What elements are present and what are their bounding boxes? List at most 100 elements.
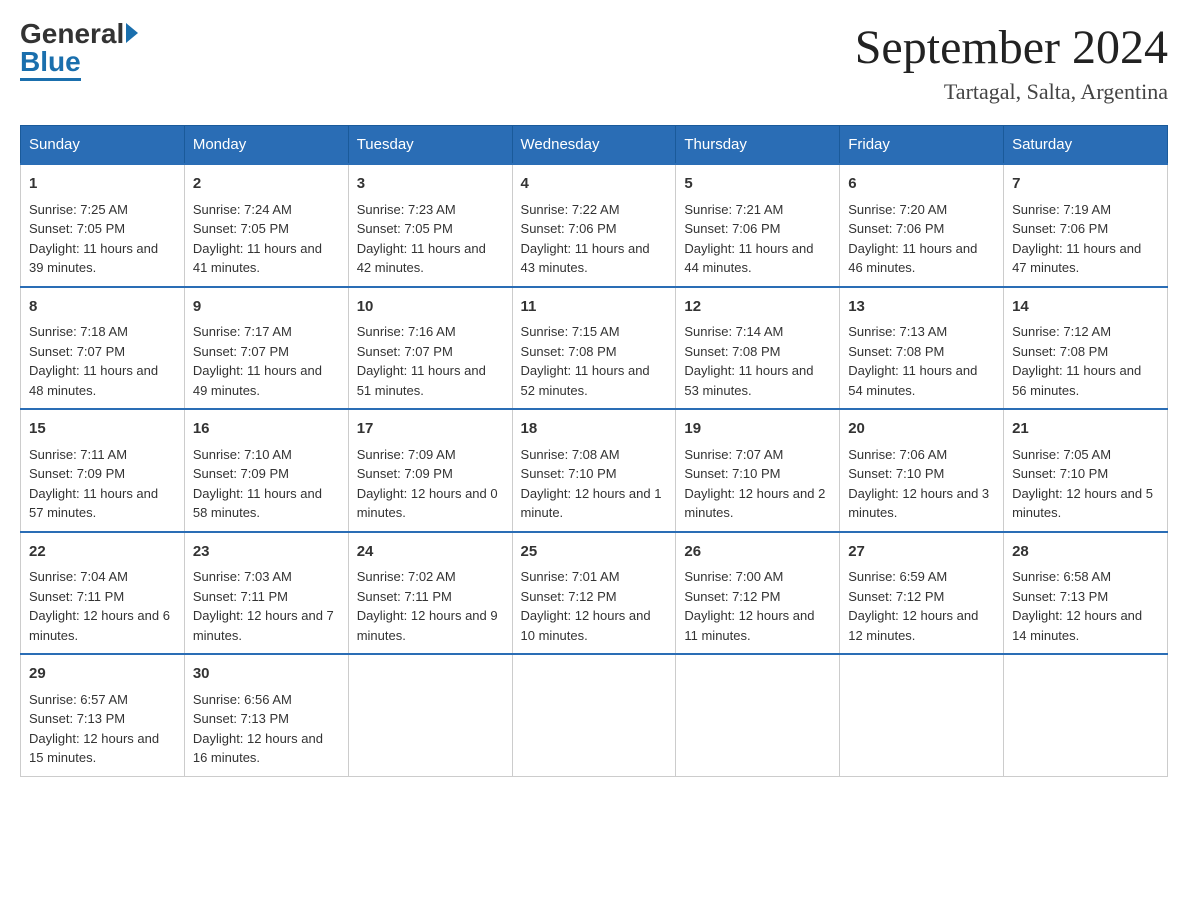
sunset-label: Sunset: 7:05 PM bbox=[357, 221, 453, 236]
calendar-cell bbox=[840, 654, 1004, 776]
day-number: 3 bbox=[357, 173, 504, 196]
calendar-cell: 19 Sunrise: 7:07 AM Sunset: 7:10 PM Dayl… bbox=[676, 409, 840, 532]
calendar-cell: 6 Sunrise: 7:20 AM Sunset: 7:06 PM Dayli… bbox=[840, 164, 1004, 287]
calendar-cell bbox=[1004, 654, 1168, 776]
day-number: 7 bbox=[1012, 173, 1159, 196]
calendar-cell: 10 Sunrise: 7:16 AM Sunset: 7:07 PM Dayl… bbox=[348, 287, 512, 410]
sunset-label: Sunset: 7:12 PM bbox=[521, 589, 617, 604]
calendar-cell bbox=[676, 654, 840, 776]
daylight-label: Daylight: 12 hours and 9 minutes. bbox=[357, 608, 498, 643]
sunset-label: Sunset: 7:09 PM bbox=[193, 466, 289, 481]
sunset-label: Sunset: 7:10 PM bbox=[684, 466, 780, 481]
sunset-label: Sunset: 7:09 PM bbox=[357, 466, 453, 481]
daylight-label: Daylight: 11 hours and 44 minutes. bbox=[684, 241, 813, 276]
sunrise-label: Sunrise: 7:20 AM bbox=[848, 202, 947, 217]
sunset-label: Sunset: 7:10 PM bbox=[521, 466, 617, 481]
day-number: 13 bbox=[848, 296, 995, 319]
day-number: 25 bbox=[521, 541, 668, 564]
day-number: 10 bbox=[357, 296, 504, 319]
daylight-label: Daylight: 11 hours and 51 minutes. bbox=[357, 363, 486, 398]
sunset-label: Sunset: 7:12 PM bbox=[684, 589, 780, 604]
sunrise-label: Sunrise: 7:25 AM bbox=[29, 202, 128, 217]
sunrise-label: Sunrise: 7:10 AM bbox=[193, 447, 292, 462]
sunset-label: Sunset: 7:10 PM bbox=[848, 466, 944, 481]
day-of-week-header: Friday bbox=[840, 126, 1004, 165]
sunset-label: Sunset: 7:06 PM bbox=[848, 221, 944, 236]
sunrise-label: Sunrise: 7:22 AM bbox=[521, 202, 620, 217]
daylight-label: Daylight: 12 hours and 6 minutes. bbox=[29, 608, 170, 643]
calendar-cell: 17 Sunrise: 7:09 AM Sunset: 7:09 PM Dayl… bbox=[348, 409, 512, 532]
logo-underline bbox=[20, 78, 81, 81]
calendar-cell: 27 Sunrise: 6:59 AM Sunset: 7:12 PM Dayl… bbox=[840, 532, 1004, 655]
daylight-label: Daylight: 12 hours and 2 minutes. bbox=[684, 486, 825, 521]
page-header: General Blue September 2024 Tartagal, Sa… bbox=[20, 20, 1168, 105]
calendar-cell: 8 Sunrise: 7:18 AM Sunset: 7:07 PM Dayli… bbox=[21, 287, 185, 410]
daylight-label: Daylight: 12 hours and 7 minutes. bbox=[193, 608, 334, 643]
calendar-cell: 3 Sunrise: 7:23 AM Sunset: 7:05 PM Dayli… bbox=[348, 164, 512, 287]
calendar-week-row: 29 Sunrise: 6:57 AM Sunset: 7:13 PM Dayl… bbox=[21, 654, 1168, 776]
daylight-label: Daylight: 11 hours and 49 minutes. bbox=[193, 363, 322, 398]
sunset-label: Sunset: 7:11 PM bbox=[357, 589, 452, 604]
sunrise-label: Sunrise: 7:04 AM bbox=[29, 569, 128, 584]
calendar-cell: 22 Sunrise: 7:04 AM Sunset: 7:11 PM Dayl… bbox=[21, 532, 185, 655]
sunset-label: Sunset: 7:13 PM bbox=[29, 711, 125, 726]
sunrise-label: Sunrise: 7:21 AM bbox=[684, 202, 783, 217]
day-number: 29 bbox=[29, 663, 176, 686]
daylight-label: Daylight: 11 hours and 43 minutes. bbox=[521, 241, 650, 276]
daylight-label: Daylight: 11 hours and 56 minutes. bbox=[1012, 363, 1141, 398]
daylight-label: Daylight: 11 hours and 47 minutes. bbox=[1012, 241, 1141, 276]
day-number: 18 bbox=[521, 418, 668, 441]
calendar-cell: 13 Sunrise: 7:13 AM Sunset: 7:08 PM Dayl… bbox=[840, 287, 1004, 410]
day-number: 24 bbox=[357, 541, 504, 564]
daylight-label: Daylight: 12 hours and 10 minutes. bbox=[521, 608, 651, 643]
calendar-week-row: 1 Sunrise: 7:25 AM Sunset: 7:05 PM Dayli… bbox=[21, 164, 1168, 287]
sunrise-label: Sunrise: 7:02 AM bbox=[357, 569, 456, 584]
daylight-label: Daylight: 12 hours and 1 minute. bbox=[521, 486, 662, 521]
day-number: 14 bbox=[1012, 296, 1159, 319]
daylight-label: Daylight: 12 hours and 14 minutes. bbox=[1012, 608, 1142, 643]
month-year-title: September 2024 bbox=[855, 20, 1168, 75]
day-number: 11 bbox=[521, 296, 668, 319]
daylight-label: Daylight: 11 hours and 52 minutes. bbox=[521, 363, 650, 398]
calendar-cell: 18 Sunrise: 7:08 AM Sunset: 7:10 PM Dayl… bbox=[512, 409, 676, 532]
sunset-label: Sunset: 7:11 PM bbox=[193, 589, 288, 604]
calendar-cell: 16 Sunrise: 7:10 AM Sunset: 7:09 PM Dayl… bbox=[184, 409, 348, 532]
logo-blue-text: Blue bbox=[20, 48, 81, 76]
sunrise-label: Sunrise: 6:57 AM bbox=[29, 692, 128, 707]
sunrise-label: Sunrise: 7:24 AM bbox=[193, 202, 292, 217]
daylight-label: Daylight: 11 hours and 57 minutes. bbox=[29, 486, 158, 521]
sunrise-label: Sunrise: 7:03 AM bbox=[193, 569, 292, 584]
daylight-label: Daylight: 11 hours and 53 minutes. bbox=[684, 363, 813, 398]
daylight-label: Daylight: 11 hours and 54 minutes. bbox=[848, 363, 977, 398]
day-number: 26 bbox=[684, 541, 831, 564]
day-of-week-header: Sunday bbox=[21, 126, 185, 165]
sunrise-label: Sunrise: 7:17 AM bbox=[193, 324, 292, 339]
day-number: 23 bbox=[193, 541, 340, 564]
logo-general-text: General bbox=[20, 20, 124, 48]
day-number: 12 bbox=[684, 296, 831, 319]
title-area: September 2024 Tartagal, Salta, Argentin… bbox=[855, 20, 1168, 105]
calendar-cell: 28 Sunrise: 6:58 AM Sunset: 7:13 PM Dayl… bbox=[1004, 532, 1168, 655]
calendar-cell: 7 Sunrise: 7:19 AM Sunset: 7:06 PM Dayli… bbox=[1004, 164, 1168, 287]
day-number: 8 bbox=[29, 296, 176, 319]
daylight-label: Daylight: 12 hours and 12 minutes. bbox=[848, 608, 978, 643]
calendar-cell: 12 Sunrise: 7:14 AM Sunset: 7:08 PM Dayl… bbox=[676, 287, 840, 410]
sunrise-label: Sunrise: 7:23 AM bbox=[357, 202, 456, 217]
calendar-cell: 25 Sunrise: 7:01 AM Sunset: 7:12 PM Dayl… bbox=[512, 532, 676, 655]
sunrise-label: Sunrise: 7:09 AM bbox=[357, 447, 456, 462]
calendar-cell: 11 Sunrise: 7:15 AM Sunset: 7:08 PM Dayl… bbox=[512, 287, 676, 410]
calendar-cell: 20 Sunrise: 7:06 AM Sunset: 7:10 PM Dayl… bbox=[840, 409, 1004, 532]
sunrise-label: Sunrise: 7:15 AM bbox=[521, 324, 620, 339]
day-number: 2 bbox=[193, 173, 340, 196]
calendar-table: SundayMondayTuesdayWednesdayThursdayFrid… bbox=[20, 125, 1168, 777]
daylight-label: Daylight: 12 hours and 16 minutes. bbox=[193, 731, 323, 766]
day-of-week-header: Wednesday bbox=[512, 126, 676, 165]
sunrise-label: Sunrise: 6:59 AM bbox=[848, 569, 947, 584]
sunrise-label: Sunrise: 7:12 AM bbox=[1012, 324, 1111, 339]
sunrise-label: Sunrise: 7:13 AM bbox=[848, 324, 947, 339]
sunrise-label: Sunrise: 6:56 AM bbox=[193, 692, 292, 707]
sunset-label: Sunset: 7:08 PM bbox=[1012, 344, 1108, 359]
sunrise-label: Sunrise: 7:14 AM bbox=[684, 324, 783, 339]
calendar-cell: 4 Sunrise: 7:22 AM Sunset: 7:06 PM Dayli… bbox=[512, 164, 676, 287]
daylight-label: Daylight: 11 hours and 46 minutes. bbox=[848, 241, 977, 276]
